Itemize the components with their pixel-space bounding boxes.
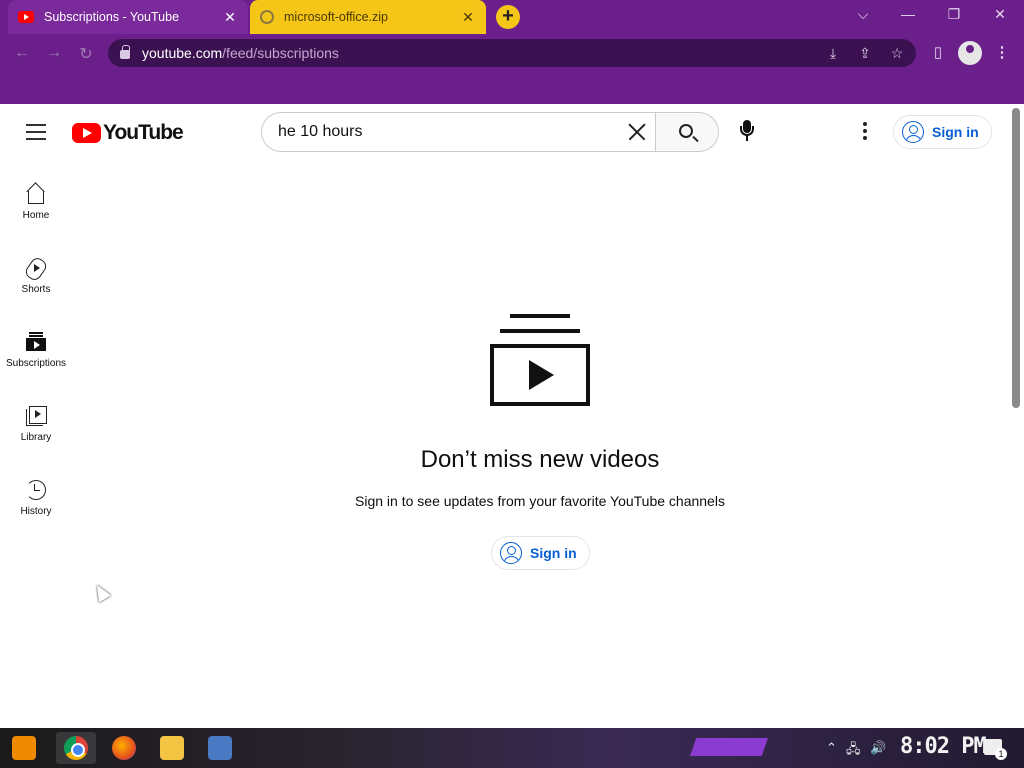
empty-state-sign-in-button[interactable]: Sign in xyxy=(491,536,590,570)
install-app-icon[interactable]: ⤓ xyxy=(824,45,842,62)
lock-icon[interactable] xyxy=(120,45,130,59)
search-button[interactable] xyxy=(655,112,719,152)
empty-state-description: Sign in to see updates from your favorit… xyxy=(355,493,725,509)
browser-tab-strip: Subscriptions - YouTube ✕ microsoft-offi… xyxy=(0,0,1024,34)
notification-center-icon[interactable]: 1 xyxy=(984,739,1007,760)
restore-button[interactable]: ❐ xyxy=(944,6,964,23)
search-query-text[interactable]: he 10 hours xyxy=(278,123,616,141)
account-icon xyxy=(902,121,924,143)
browser-theme-band xyxy=(0,72,1024,104)
sidebar-item-home[interactable]: Home xyxy=(0,182,72,221)
browser-toolbar: ← → ↻ youtube.com/feed/subscriptions ⤓ ⇪… xyxy=(0,34,1024,72)
back-button[interactable]: ← xyxy=(12,44,32,62)
sign-in-label: Sign in xyxy=(530,545,577,561)
subscriptions-empty-state-icon xyxy=(490,314,590,406)
search-icon xyxy=(679,124,693,138)
account-icon xyxy=(500,542,522,564)
taskbar-theme-accent xyxy=(690,738,768,756)
forward-button[interactable]: → xyxy=(44,44,64,62)
sidebar-item-library[interactable]: Library xyxy=(0,404,72,443)
side-panel-icon[interactable]: ▯ xyxy=(928,43,948,61)
sidebar-item-label: Shorts xyxy=(21,284,51,295)
library-icon xyxy=(24,404,48,428)
home-icon xyxy=(24,182,48,206)
share-icon[interactable]: ⇪ xyxy=(856,45,874,62)
tab-microsoft-office-zip[interactable]: microsoft-office.zip ✕ xyxy=(250,0,486,34)
tab-title: Subscriptions - YouTube xyxy=(44,10,180,24)
tab-close-icon[interactable]: ✕ xyxy=(460,9,476,26)
page-scrollbar[interactable] xyxy=(1012,108,1020,408)
voice-search-mic-icon[interactable] xyxy=(732,116,762,146)
subscriptions-icon xyxy=(24,330,48,354)
chrome-taskbar-icon[interactable] xyxy=(64,736,88,760)
sidebar-item-label: Home xyxy=(22,210,50,221)
globe-favicon-icon xyxy=(260,10,274,24)
tab-search-dropdown-icon[interactable]: ⌵ xyxy=(853,6,873,23)
tab-close-icon[interactable]: ✕ xyxy=(222,9,238,26)
profile-avatar-icon[interactable] xyxy=(958,41,982,65)
sidebar-item-label: History xyxy=(20,506,52,517)
tab-title: microsoft-office.zip xyxy=(284,10,388,24)
youtube-favicon-icon xyxy=(18,11,34,23)
clear-search-icon[interactable] xyxy=(616,112,656,152)
shorts-icon xyxy=(24,256,48,280)
sign-in-label: Sign in xyxy=(932,124,979,140)
browser-menu-icon[interactable]: ⋮ xyxy=(992,43,1012,61)
sidebar-item-label: Library xyxy=(20,432,52,443)
tray-chevron-icon[interactable]: ⌃ xyxy=(826,740,837,756)
taskbar-clock[interactable]: 8:02 PM xyxy=(900,734,987,759)
youtube-logo[interactable]: YouTube xyxy=(72,121,184,145)
youtube-page: YouTube he 10 hours Sign in Home Shorts … xyxy=(0,104,1024,728)
network-icon[interactable]: 🖧 xyxy=(846,740,861,762)
address-bar[interactable]: youtube.com/feed/subscriptions ⤓ ⇪ ☆ xyxy=(108,39,916,67)
header-sign-in-button[interactable]: Sign in xyxy=(893,115,992,149)
sidebar-item-history[interactable]: History xyxy=(0,478,72,517)
tab-subscriptions-youtube[interactable]: Subscriptions - YouTube ✕ xyxy=(8,0,248,34)
history-icon xyxy=(24,478,48,502)
url-text[interactable]: youtube.com/feed/subscriptions xyxy=(142,45,339,61)
empty-state-headline: Don’t miss new videos xyxy=(420,446,660,473)
mouse-cursor-icon xyxy=(90,581,112,603)
search-input[interactable]: he 10 hours xyxy=(261,112,656,152)
youtube-play-logo-icon xyxy=(72,123,101,143)
sidebar-item-shorts[interactable]: Shorts xyxy=(0,256,72,295)
notification-count-badge: 1 xyxy=(995,748,1007,760)
file-explorer-taskbar-icon[interactable] xyxy=(160,736,184,760)
youtube-wordmark: YouTube xyxy=(103,121,184,144)
settings-kebab-icon[interactable] xyxy=(856,120,874,144)
volume-icon[interactable]: 🔊 xyxy=(870,740,886,756)
firefox-taskbar-icon[interactable] xyxy=(112,736,136,760)
start-menu-icon[interactable] xyxy=(12,736,36,760)
minimize-button[interactable]: — xyxy=(898,6,918,22)
bookmark-star-icon[interactable]: ☆ xyxy=(888,45,906,62)
sidebar-item-label: Subscriptions xyxy=(5,358,67,369)
windows-taskbar: ⌃ 🖧 🔊 8:02 PM 1 xyxy=(0,728,1024,768)
reload-button[interactable]: ↻ xyxy=(76,44,96,64)
new-tab-button[interactable]: + xyxy=(496,5,520,29)
sidebar-item-subscriptions[interactable]: Subscriptions xyxy=(0,330,72,369)
window-close-button[interactable]: ✕ xyxy=(990,6,1010,23)
hamburger-menu-icon[interactable] xyxy=(26,124,46,140)
app-taskbar-icon[interactable] xyxy=(208,736,232,760)
